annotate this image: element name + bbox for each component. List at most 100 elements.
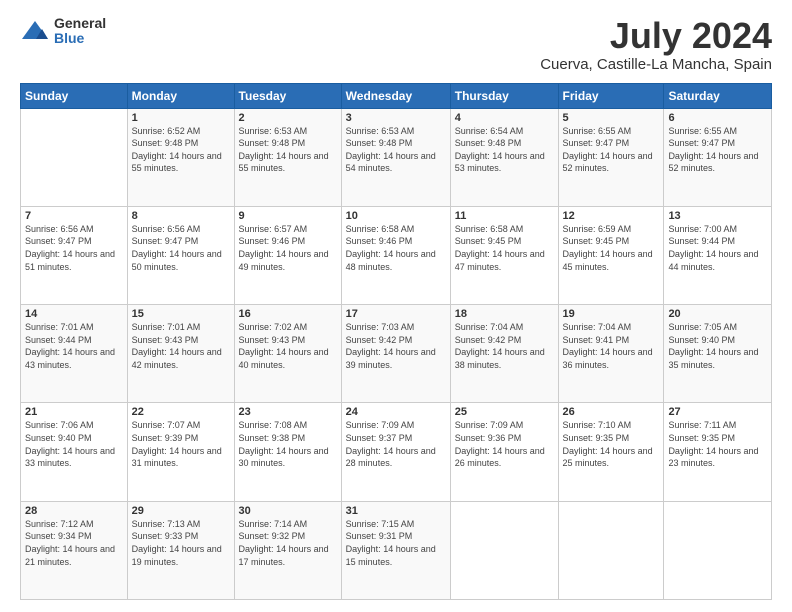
day-number: 25 [455, 406, 554, 418]
day-cell [21, 108, 128, 206]
day-info: Sunrise: 7:01 AMSunset: 9:44 PMDaylight:… [25, 321, 123, 371]
day-info: Sunrise: 6:54 AMSunset: 9:48 PMDaylight:… [455, 125, 554, 175]
day-cell: 27Sunrise: 7:11 AMSunset: 9:35 PMDayligh… [664, 403, 772, 501]
day-number: 31 [346, 505, 446, 517]
day-number: 9 [239, 210, 337, 222]
day-number: 1 [132, 112, 230, 124]
day-cell: 17Sunrise: 7:03 AMSunset: 9:42 PMDayligh… [341, 305, 450, 403]
day-info: Sunrise: 6:59 AMSunset: 9:45 PMDaylight:… [563, 223, 660, 273]
day-number: 14 [25, 308, 123, 320]
week-row-4: 28Sunrise: 7:12 AMSunset: 9:34 PMDayligh… [21, 501, 772, 599]
day-number: 29 [132, 505, 230, 517]
day-info: Sunrise: 7:00 AMSunset: 9:44 PMDaylight:… [668, 223, 767, 273]
day-cell [664, 501, 772, 599]
day-number: 23 [239, 406, 337, 418]
day-info: Sunrise: 7:13 AMSunset: 9:33 PMDaylight:… [132, 518, 230, 568]
day-header-tuesday: Tuesday [234, 83, 341, 108]
day-cell [558, 501, 664, 599]
day-number: 27 [668, 406, 767, 418]
day-cell: 12Sunrise: 6:59 AMSunset: 9:45 PMDayligh… [558, 206, 664, 304]
day-header-friday: Friday [558, 83, 664, 108]
day-cell: 18Sunrise: 7:04 AMSunset: 9:42 PMDayligh… [450, 305, 558, 403]
day-number: 2 [239, 112, 337, 124]
day-cell: 20Sunrise: 7:05 AMSunset: 9:40 PMDayligh… [664, 305, 772, 403]
day-number: 22 [132, 406, 230, 418]
logo-general-text: General [54, 16, 106, 31]
day-cell: 3Sunrise: 6:53 AMSunset: 9:48 PMDaylight… [341, 108, 450, 206]
day-info: Sunrise: 6:53 AMSunset: 9:48 PMDaylight:… [346, 125, 446, 175]
day-cell: 30Sunrise: 7:14 AMSunset: 9:32 PMDayligh… [234, 501, 341, 599]
day-info: Sunrise: 6:58 AMSunset: 9:45 PMDaylight:… [455, 223, 554, 273]
day-number: 7 [25, 210, 123, 222]
day-cell: 25Sunrise: 7:09 AMSunset: 9:36 PMDayligh… [450, 403, 558, 501]
day-cell: 4Sunrise: 6:54 AMSunset: 9:48 PMDaylight… [450, 108, 558, 206]
day-info: Sunrise: 6:53 AMSunset: 9:48 PMDaylight:… [239, 125, 337, 175]
day-info: Sunrise: 7:09 AMSunset: 9:37 PMDaylight:… [346, 419, 446, 469]
day-cell: 15Sunrise: 7:01 AMSunset: 9:43 PMDayligh… [127, 305, 234, 403]
day-number: 13 [668, 210, 767, 222]
logo: General Blue [20, 16, 106, 47]
day-cell: 1Sunrise: 6:52 AMSunset: 9:48 PMDaylight… [127, 108, 234, 206]
day-cell: 5Sunrise: 6:55 AMSunset: 9:47 PMDaylight… [558, 108, 664, 206]
day-cell: 6Sunrise: 6:55 AMSunset: 9:47 PMDaylight… [664, 108, 772, 206]
day-info: Sunrise: 7:15 AMSunset: 9:31 PMDaylight:… [346, 518, 446, 568]
day-number: 20 [668, 308, 767, 320]
day-info: Sunrise: 7:04 AMSunset: 9:41 PMDaylight:… [563, 321, 660, 371]
day-number: 5 [563, 112, 660, 124]
day-info: Sunrise: 7:05 AMSunset: 9:40 PMDaylight:… [668, 321, 767, 371]
day-cell: 24Sunrise: 7:09 AMSunset: 9:37 PMDayligh… [341, 403, 450, 501]
day-number: 8 [132, 210, 230, 222]
day-cell: 7Sunrise: 6:56 AMSunset: 9:47 PMDaylight… [21, 206, 128, 304]
day-number: 6 [668, 112, 767, 124]
day-number: 12 [563, 210, 660, 222]
day-number: 30 [239, 505, 337, 517]
day-cell: 19Sunrise: 7:04 AMSunset: 9:41 PMDayligh… [558, 305, 664, 403]
day-info: Sunrise: 7:01 AMSunset: 9:43 PMDaylight:… [132, 321, 230, 371]
day-info: Sunrise: 7:04 AMSunset: 9:42 PMDaylight:… [455, 321, 554, 371]
day-number: 10 [346, 210, 446, 222]
day-cell: 31Sunrise: 7:15 AMSunset: 9:31 PMDayligh… [341, 501, 450, 599]
day-header-wednesday: Wednesday [341, 83, 450, 108]
day-info: Sunrise: 6:55 AMSunset: 9:47 PMDaylight:… [563, 125, 660, 175]
day-header-sunday: Sunday [21, 83, 128, 108]
logo-text: General Blue [54, 16, 106, 47]
day-number: 11 [455, 210, 554, 222]
day-info: Sunrise: 6:56 AMSunset: 9:47 PMDaylight:… [132, 223, 230, 273]
logo-blue-text: Blue [54, 31, 106, 46]
day-cell: 9Sunrise: 6:57 AMSunset: 9:46 PMDaylight… [234, 206, 341, 304]
day-number: 28 [25, 505, 123, 517]
day-header-saturday: Saturday [664, 83, 772, 108]
subtitle: Cuerva, Castille-La Mancha, Spain [540, 56, 772, 73]
day-cell: 2Sunrise: 6:53 AMSunset: 9:48 PMDaylight… [234, 108, 341, 206]
header: General Blue July 2024 Cuerva, Castille-… [20, 16, 772, 73]
day-number: 15 [132, 308, 230, 320]
day-number: 16 [239, 308, 337, 320]
day-cell: 21Sunrise: 7:06 AMSunset: 9:40 PMDayligh… [21, 403, 128, 501]
day-header-thursday: Thursday [450, 83, 558, 108]
day-cell: 28Sunrise: 7:12 AMSunset: 9:34 PMDayligh… [21, 501, 128, 599]
day-info: Sunrise: 7:07 AMSunset: 9:39 PMDaylight:… [132, 419, 230, 469]
week-row-2: 14Sunrise: 7:01 AMSunset: 9:44 PMDayligh… [21, 305, 772, 403]
day-info: Sunrise: 7:10 AMSunset: 9:35 PMDaylight:… [563, 419, 660, 469]
day-info: Sunrise: 6:57 AMSunset: 9:46 PMDaylight:… [239, 223, 337, 273]
day-info: Sunrise: 7:02 AMSunset: 9:43 PMDaylight:… [239, 321, 337, 371]
day-cell: 29Sunrise: 7:13 AMSunset: 9:33 PMDayligh… [127, 501, 234, 599]
day-info: Sunrise: 7:09 AMSunset: 9:36 PMDaylight:… [455, 419, 554, 469]
day-info: Sunrise: 7:08 AMSunset: 9:38 PMDaylight:… [239, 419, 337, 469]
day-info: Sunrise: 7:03 AMSunset: 9:42 PMDaylight:… [346, 321, 446, 371]
day-cell: 13Sunrise: 7:00 AMSunset: 9:44 PMDayligh… [664, 206, 772, 304]
day-number: 18 [455, 308, 554, 320]
week-row-0: 1Sunrise: 6:52 AMSunset: 9:48 PMDaylight… [21, 108, 772, 206]
day-number: 26 [563, 406, 660, 418]
day-info: Sunrise: 7:12 AMSunset: 9:34 PMDaylight:… [25, 518, 123, 568]
day-info: Sunrise: 7:06 AMSunset: 9:40 PMDaylight:… [25, 419, 123, 469]
day-cell [450, 501, 558, 599]
main-title: July 2024 [540, 16, 772, 56]
day-number: 19 [563, 308, 660, 320]
day-info: Sunrise: 6:52 AMSunset: 9:48 PMDaylight:… [132, 125, 230, 175]
logo-icon [20, 19, 50, 43]
day-number: 21 [25, 406, 123, 418]
day-info: Sunrise: 6:55 AMSunset: 9:47 PMDaylight:… [668, 125, 767, 175]
day-info: Sunrise: 7:11 AMSunset: 9:35 PMDaylight:… [668, 419, 767, 469]
week-row-1: 7 Sunrise: 6:56 AMSunset: 9:47 PMDaylight… [21, 206, 772, 304]
